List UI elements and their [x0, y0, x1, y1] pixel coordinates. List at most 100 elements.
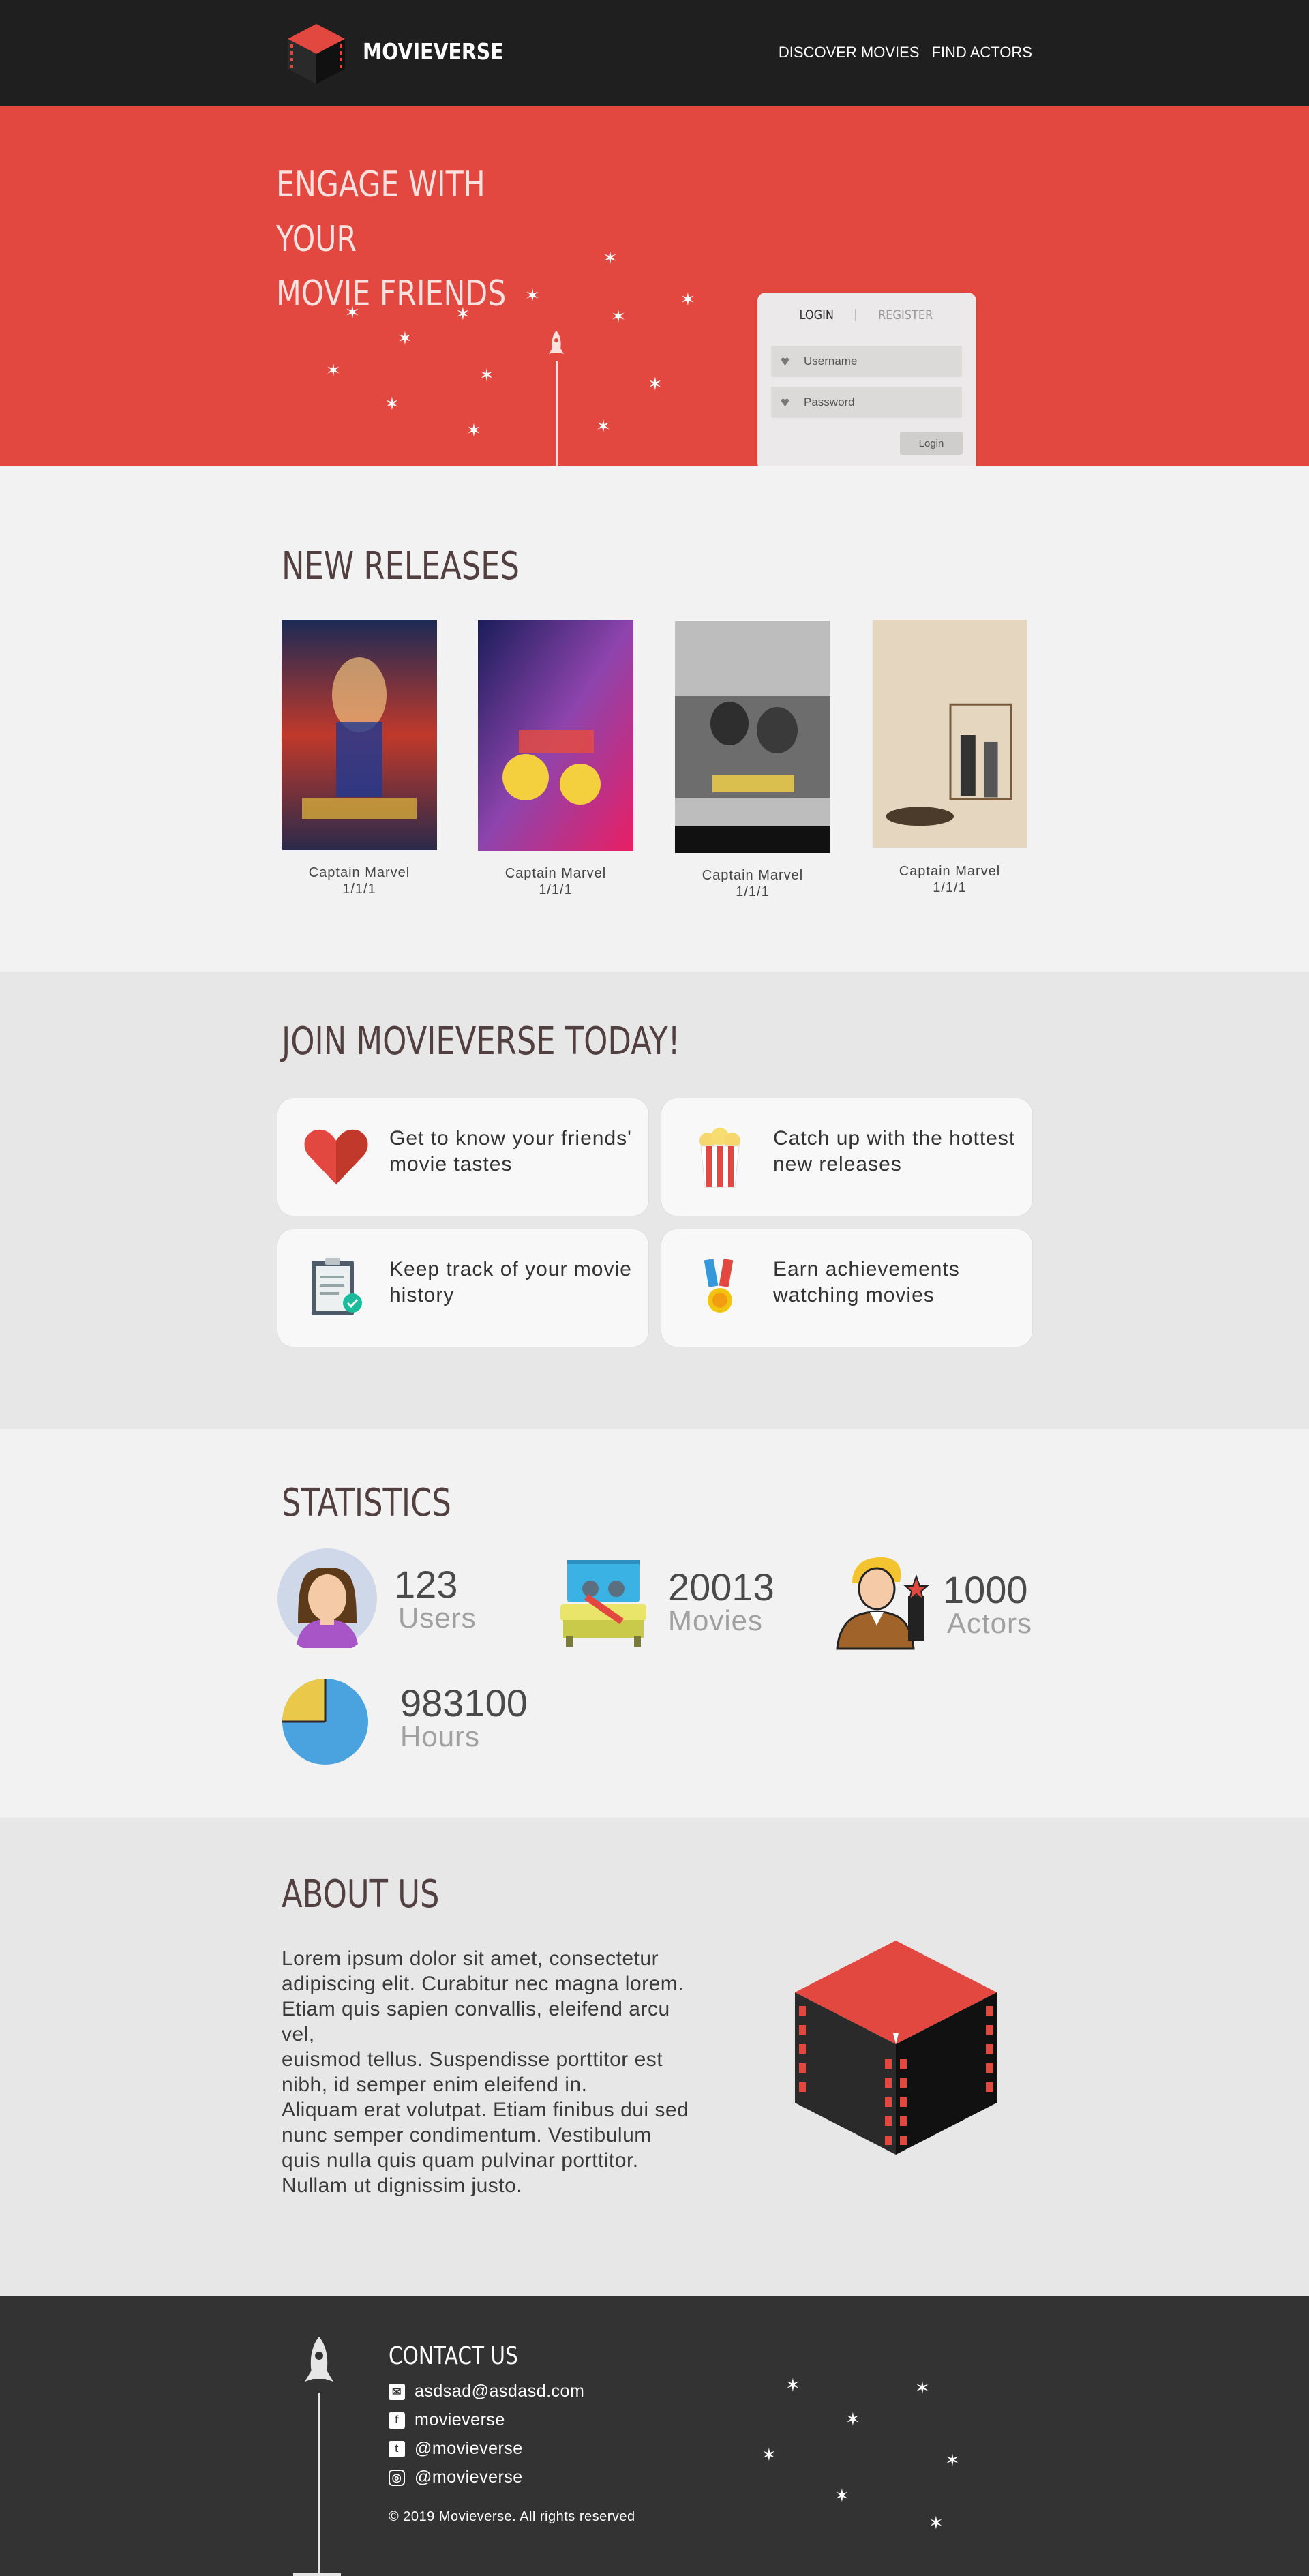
cinema-seat-icon [560, 1560, 646, 1647]
nav-link-discover-movies[interactable]: DISCOVER MOVIES [779, 44, 920, 61]
star-icon: ✶ [845, 2409, 860, 2429]
stat-label: Movies [668, 1604, 764, 1636]
nav-links: DISCOVER MOVIES FIND ACTORS [779, 44, 1032, 61]
stat-label: Actors [947, 1607, 1033, 1639]
star-icon: ✶ [345, 302, 360, 323]
star-icon: ✶ [466, 420, 481, 440]
star-icon: ✶ [603, 248, 618, 268]
star-icon: ✶ [525, 285, 540, 305]
email-text[interactable]: asdsad@asdasd.com [415, 2382, 584, 2401]
password-field[interactable]: ♥ [771, 387, 962, 418]
join-section: JOIN MOVIEVERSE TODAY! Get to know your … [0, 972, 1309, 1429]
star-icon: ✶ [648, 374, 663, 394]
movie-poster[interactable] [675, 620, 830, 854]
login-panel: LOGIN REGISTER ♥ ♥ Login [757, 293, 976, 466]
feature-card: Get to know your friends' movie tastes [277, 1098, 649, 1216]
contact-email[interactable]: ✉ asdsad@asdasd.com [389, 2382, 584, 2401]
star-icon: ✶ [385, 393, 400, 414]
contact-title: CONTACT US [389, 2342, 518, 2370]
popcorn-icon [699, 1128, 740, 1188]
hero-banner: ENGAGE WITH YOUR MOVIE FRIENDS ✶ ✶ ✶ ✶ ✶… [0, 106, 1309, 466]
medal-icon [704, 1259, 734, 1313]
facebook-icon: f [389, 2412, 405, 2429]
envelope-icon: ✉ [389, 2383, 405, 2400]
hero-headline-line-2: MOVIE FRIENDS [276, 273, 507, 314]
statistics-section: STATISTICS 123 Users 20013 Movies 1000 A… [0, 1429, 1309, 1818]
copyright: © 2019 Movieverse. All rights reserved [389, 2509, 635, 2524]
movie-poster[interactable] [872, 620, 1027, 849]
tab-login[interactable]: LOGIN [800, 308, 834, 323]
star-icon: ✶ [915, 2378, 930, 2398]
username-input[interactable] [804, 355, 954, 368]
nav-link-find-actors[interactable]: FIND ACTORS [931, 44, 1032, 61]
new-releases-title: NEW RELEASES [282, 544, 520, 588]
feature-text: Get to know your friends' movie tastes [389, 1127, 632, 1175]
movie-title[interactable]: Captain Marvel [478, 865, 633, 882]
facebook-text[interactable]: movieverse [415, 2410, 505, 2430]
star-icon: ✶ [945, 2450, 960, 2470]
movieverse-logo-icon [795, 1941, 997, 2155]
feature-card: Earn achievements watching movies [661, 1229, 1033, 1347]
password-input[interactable] [804, 395, 954, 409]
feature-card: Keep track of your movie history [277, 1229, 649, 1347]
star-icon: ✶ [611, 306, 626, 327]
twitter-text[interactable]: @movieverse [415, 2439, 523, 2459]
instagram-icon: ◎ [389, 2469, 405, 2486]
stat-value: 20013 [668, 1566, 774, 1608]
tab-register[interactable]: REGISTER [878, 308, 933, 323]
movie-card[interactable]: Captain Marvel 1/1/1 [675, 620, 830, 900]
contact-twitter[interactable]: t @movieverse [389, 2439, 523, 2459]
movieverse-logo-icon[interactable] [286, 23, 346, 85]
rocket-trail [556, 361, 558, 466]
twitter-icon: t [389, 2440, 405, 2457]
contact-instagram[interactable]: ◎ @movieverse [389, 2468, 523, 2487]
movie-title[interactable]: Captain Marvel [872, 863, 1027, 880]
contact-facebook[interactable]: f movieverse [389, 2410, 505, 2430]
heart-icon: ♥ [781, 353, 790, 370]
star-icon: ✶ [929, 2513, 944, 2533]
movie-title[interactable]: Captain Marvel [675, 867, 830, 884]
hero-headline: ENGAGE WITH YOUR MOVIE FRIENDS [276, 158, 567, 321]
username-field[interactable]: ♥ [771, 346, 962, 377]
movie-card[interactable]: Captain Marvel 1/1/1 [282, 620, 437, 897]
horizon-line [293, 2573, 341, 2576]
join-title: JOIN MOVIEVERSE TODAY! [282, 1019, 680, 1064]
new-releases-section: NEW RELEASES Captain Marvel 1/1/1 Captai… [0, 466, 1309, 972]
stat-value: 1000 [943, 1568, 1028, 1611]
movie-poster[interactable] [478, 620, 633, 851]
feature-text: Earn achievements watching movies [773, 1258, 960, 1306]
brand-name[interactable]: MOVIEVERSE [363, 38, 504, 65]
login-tabs: LOGIN REGISTER [757, 308, 976, 323]
movie-date: 1/1/1 [539, 882, 573, 897]
rocket-trail [318, 2393, 320, 2576]
user-avatar-icon [277, 1548, 377, 1648]
stat-label: Users [398, 1602, 477, 1634]
feature-text: Catch up with the hottest new releases [773, 1127, 1016, 1175]
instagram-text[interactable]: @movieverse [415, 2468, 523, 2487]
star-icon: ✶ [455, 303, 470, 324]
movie-title[interactable]: Captain Marvel [282, 865, 437, 881]
star-icon: ✶ [680, 289, 695, 310]
hero-headline-line-1: ENGAGE WITH YOUR [276, 164, 485, 260]
movie-poster[interactable] [282, 620, 437, 850]
footer: CONTACT US ✉ asdsad@asdasd.com f movieve… [0, 2296, 1309, 2576]
movie-date: 1/1/1 [933, 880, 967, 895]
movie-card[interactable]: Captain Marvel 1/1/1 [478, 620, 633, 898]
top-navbar: MOVIEVERSE DISCOVER MOVIES FIND ACTORS [0, 0, 1309, 106]
rocket-icon [549, 331, 564, 354]
tab-separator [854, 309, 856, 321]
star-icon: ✶ [326, 360, 341, 380]
about-section: ABOUT US Lorem ipsum dolor sit amet, con… [0, 1818, 1309, 2296]
movie-card[interactable]: Captain Marvel 1/1/1 [872, 620, 1027, 896]
about-text: Lorem ipsum dolor sit amet, consectetur … [282, 1947, 689, 2197]
movie-date: 1/1/1 [342, 882, 376, 897]
pie-clock-icon [282, 1679, 368, 1765]
heart-icon [304, 1129, 368, 1184]
login-button[interactable]: Login [900, 432, 963, 455]
movie-date: 1/1/1 [736, 884, 770, 899]
star-icon: ✶ [479, 365, 494, 385]
stat-value: 123 [394, 1563, 458, 1606]
star-icon: ✶ [785, 2375, 800, 2395]
heart-icon: ♥ [781, 393, 790, 410]
star-icon: ✶ [397, 328, 412, 348]
